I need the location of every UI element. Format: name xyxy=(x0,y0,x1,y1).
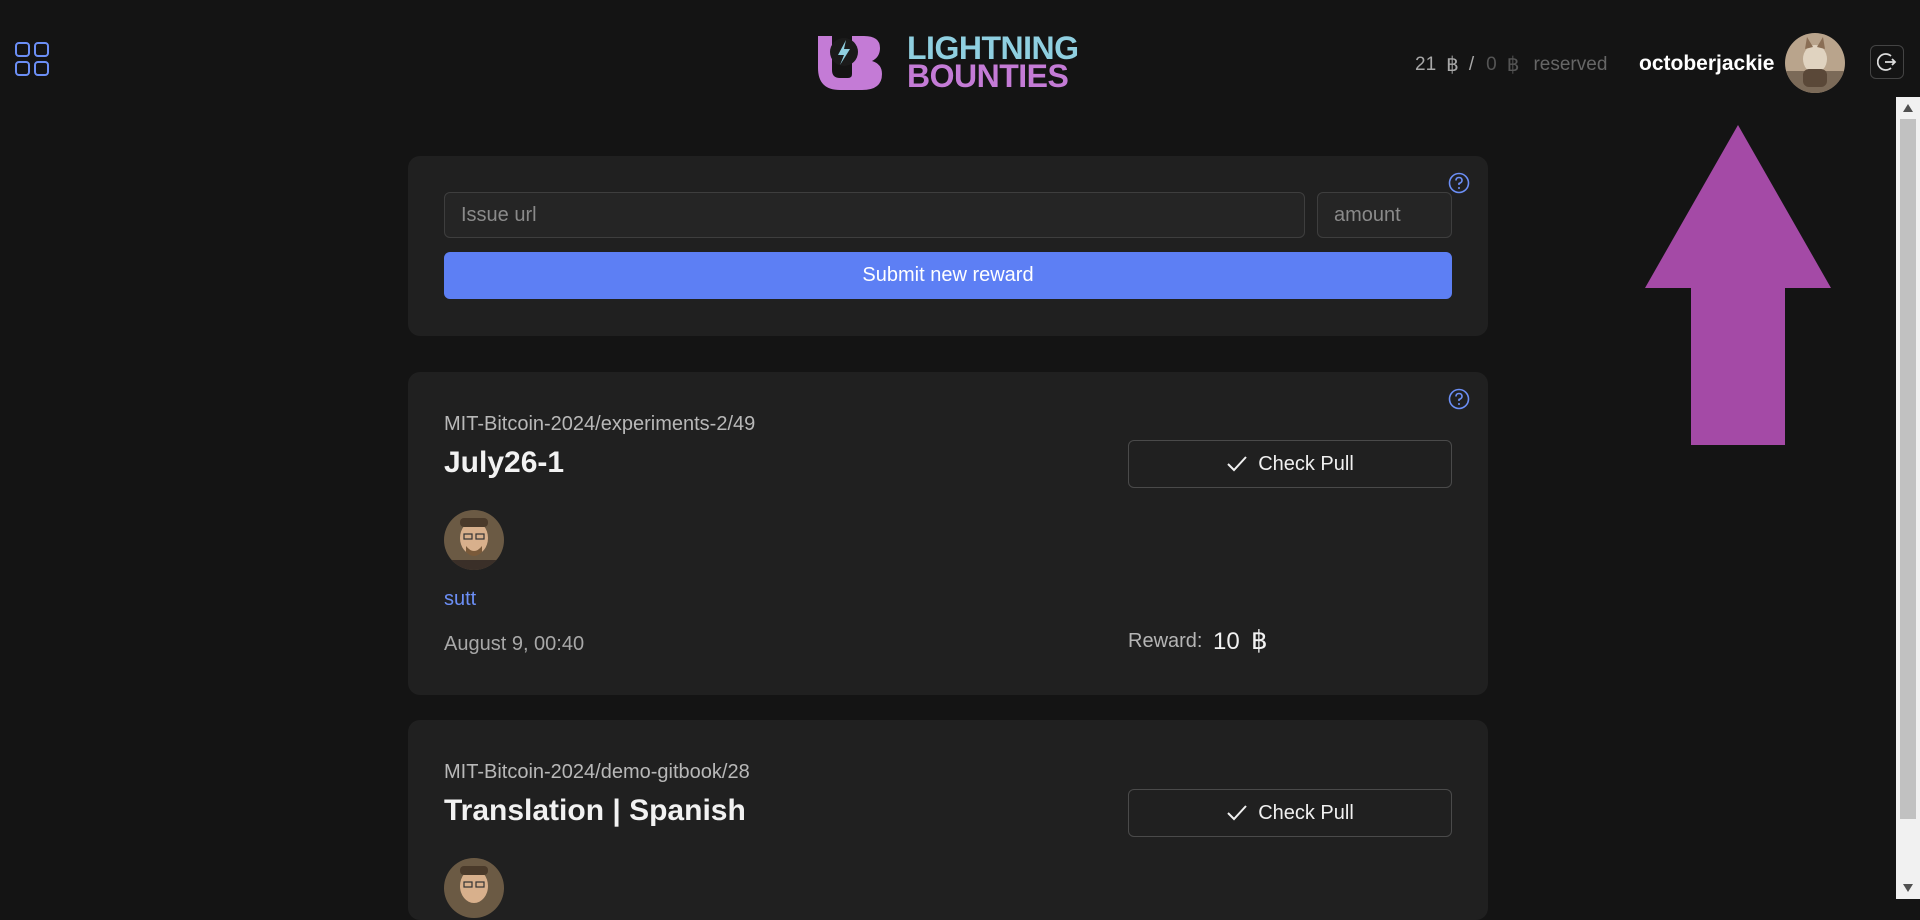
balance-separator: / xyxy=(1468,53,1475,75)
grid-menu-icon[interactable] xyxy=(14,41,50,77)
check-pull-label: Check Pull xyxy=(1258,452,1354,475)
satoshi-icon: ฿ xyxy=(1251,625,1268,655)
contributor-avatar[interactable] xyxy=(444,510,504,570)
page-scrollbar[interactable] xyxy=(1896,97,1920,899)
logo-mark-icon xyxy=(818,36,882,90)
scroll-up-icon[interactable] xyxy=(1896,97,1920,119)
bounty-title: Translation | Spanish xyxy=(444,794,746,827)
bounty-repo-link[interactable]: MIT-Bitcoin-2024/demo-gitbook/28 xyxy=(444,761,750,784)
bounty-card: MIT-Bitcoin-2024/demo-gitbook/28 Transla… xyxy=(408,720,1488,920)
reward-value: 10 xyxy=(1213,628,1240,655)
amount-input[interactable] xyxy=(1317,192,1452,238)
check-pull-label: Check Pull xyxy=(1258,801,1354,824)
bounty-card: MIT-Bitcoin-2024/experiments-2/49 July26… xyxy=(408,372,1488,695)
bounty-title: July26-1 xyxy=(444,446,565,479)
annotation-arrow xyxy=(1645,125,1831,445)
submit-reward-button[interactable]: Submit new reward xyxy=(444,252,1452,299)
scroll-down-icon[interactable] xyxy=(1896,877,1920,899)
check-icon xyxy=(1227,456,1247,472)
issue-url-input[interactable] xyxy=(444,192,1305,238)
bounty-date: August 9, 00:40 xyxy=(444,633,585,655)
username[interactable]: octoberjackie xyxy=(1639,52,1774,76)
balance-reserved: 0 xyxy=(1486,53,1497,75)
app-logo[interactable]: LIGHTNING BOUNTIES xyxy=(812,28,1079,94)
user-avatar[interactable] xyxy=(1785,33,1845,93)
logout-button[interactable] xyxy=(1870,45,1904,79)
contributor-username-link[interactable]: sutt xyxy=(444,588,476,611)
logout-icon xyxy=(1877,53,1897,71)
check-pull-button[interactable]: Check Pull xyxy=(1128,440,1452,488)
balance-available: 21 xyxy=(1415,53,1437,75)
contributor-avatar[interactable] xyxy=(444,858,504,918)
help-icon[interactable] xyxy=(1448,172,1470,194)
bounty-repo-link[interactable]: MIT-Bitcoin-2024/experiments-2/49 xyxy=(444,413,755,436)
help-icon[interactable] xyxy=(1448,388,1470,410)
reward-label: Reward: xyxy=(1128,630,1203,652)
check-icon xyxy=(1227,805,1247,821)
logo-text-bounties: BOUNTIES xyxy=(907,58,1069,94)
new-reward-card: Submit new reward xyxy=(408,156,1488,336)
scrollbar-thumb[interactable] xyxy=(1900,119,1916,819)
reserved-label: reserved xyxy=(1533,53,1608,75)
check-pull-button[interactable]: Check Pull xyxy=(1128,789,1452,837)
satoshi-icon: ฿ xyxy=(1446,54,1459,76)
satoshi-reserved-icon: ฿ xyxy=(1506,54,1520,76)
balance-display: 21 ฿ / 0 ฿ reserved xyxy=(1415,52,1607,77)
